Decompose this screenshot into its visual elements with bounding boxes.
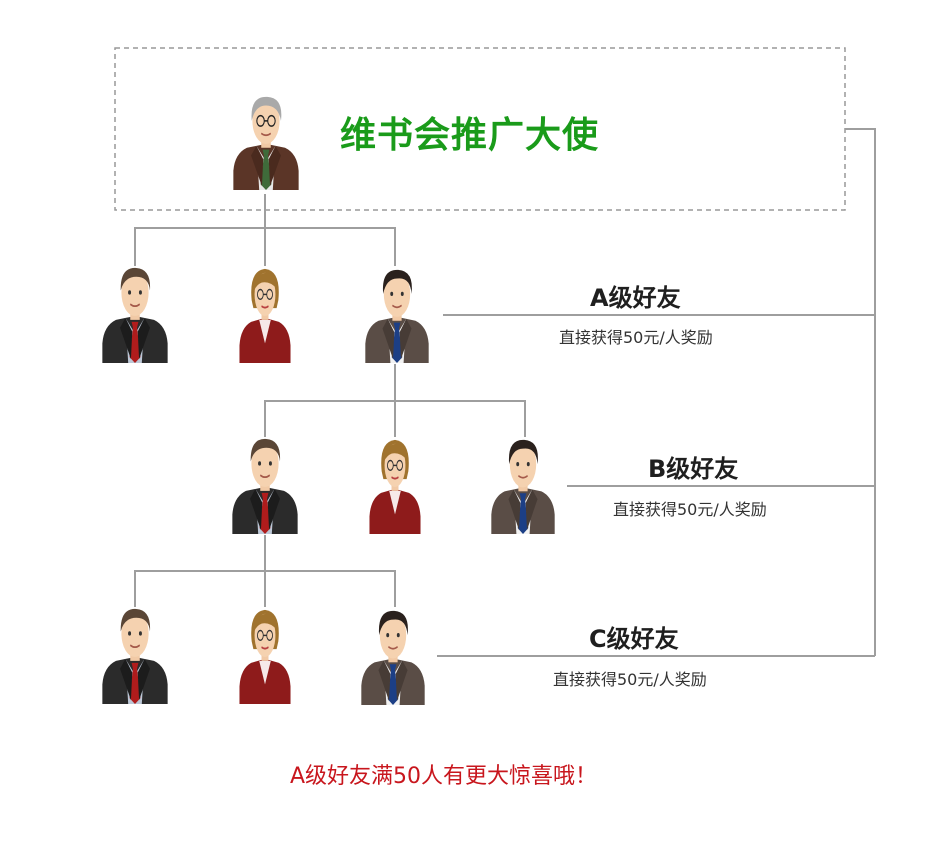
man-dark-suit-avatar-icon [101, 267, 169, 364]
level-a-title: A级好友 [590, 284, 681, 312]
level-a-subtitle: 直接获得50元/人奖励 [559, 328, 713, 347]
woman-glasses-avatar-icon [238, 608, 292, 705]
level-c-title: C级好友 [589, 625, 679, 653]
level-b-subtitle: 直接获得50元/人奖励 [613, 500, 767, 519]
level-brackets [437, 128, 876, 657]
man-brown-suit-avatar-icon [360, 610, 426, 706]
elderly-man-avatar-icon [232, 95, 300, 191]
ambassador-title: 维书会推广大使 [340, 115, 600, 156]
man-brown-suit-avatar-icon [490, 439, 556, 535]
woman-glasses-avatar-icon [238, 267, 292, 364]
woman-glasses-avatar-icon [368, 438, 422, 535]
level-c-subtitle: 直接获得50元/人奖励 [553, 670, 707, 689]
man-brown-suit-avatar-icon [364, 268, 430, 364]
man-dark-suit-avatar-icon [101, 608, 169, 705]
level-b-title: B级好友 [648, 455, 739, 483]
tree-connectors [134, 194, 526, 607]
man-dark-suit-avatar-icon [231, 438, 299, 535]
footer-promo-text: A级好友满50人有更大惊喜哦！ [290, 764, 598, 789]
